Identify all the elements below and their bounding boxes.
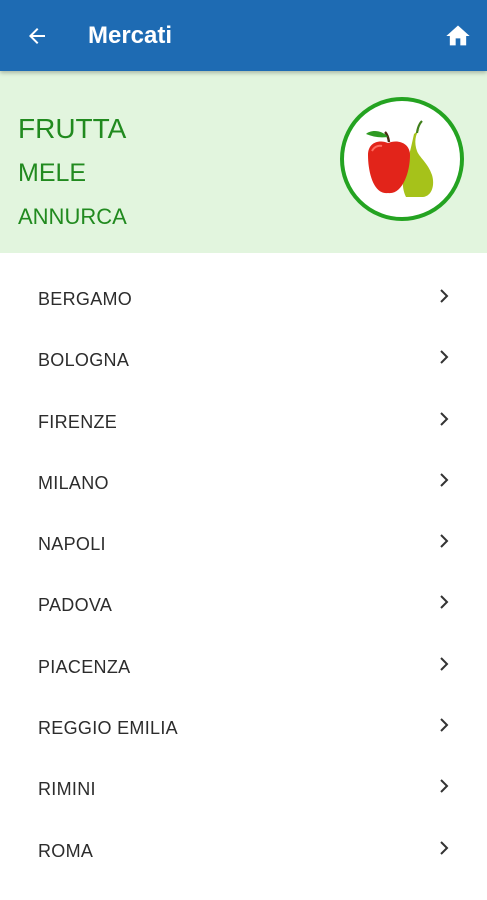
- product-image: [340, 97, 464, 221]
- market-row[interactable]: NAPOLI: [0, 498, 487, 559]
- product-variety: ANNURCA: [18, 204, 127, 229]
- market-row[interactable]: RIMINI: [0, 743, 487, 804]
- market-row[interactable]: REGGIO EMILIA: [0, 682, 487, 743]
- market-label: BERGAMO: [38, 289, 133, 309]
- market-row[interactable]: BOLOGNA: [0, 314, 487, 375]
- apple-pear-icon: [366, 120, 434, 197]
- market-label: NAPOLI: [38, 534, 106, 555]
- market-label: PIACENZA: [38, 656, 131, 677]
- market-list: BERGAMO BOLOGNA FIRENZE MILANO NAPOLI PADOVA P…: [0, 253, 487, 866]
- market-row[interactable]: MILANO: [0, 437, 487, 498]
- chevron-right-icon: [440, 473, 449, 487]
- chevron-right-icon: [440, 840, 449, 855]
- market-row[interactable]: PIACENZA: [0, 621, 487, 682]
- app-bar: Mercati: [0, 0, 487, 71]
- market-label: RIMINI: [38, 779, 96, 800]
- chevron-right-icon: [440, 657, 449, 671]
- chevron-right-icon: [440, 779, 449, 794]
- market-label: ROMA: [38, 840, 94, 861]
- market-row[interactable]: ROMA: [0, 805, 487, 866]
- chevron-right-icon: [440, 718, 449, 732]
- app-screen: Mercati FRUTTA MELE ANNURCA BERGAMO BOLOG…: [0, 0, 487, 900]
- back-button[interactable]: [18, 17, 56, 55]
- market-label: MILANO: [38, 472, 109, 493]
- chevron-right-icon: [440, 595, 449, 610]
- chevron-right-icon: [440, 534, 449, 548]
- market-label: FIRENZE: [38, 411, 118, 432]
- home-icon: [446, 25, 470, 46]
- product-category: FRUTTA: [18, 113, 127, 144]
- arrow-back-icon: [29, 28, 45, 44]
- market-label: REGGIO EMILIA: [38, 718, 178, 739]
- market-label: PADOVA: [38, 595, 113, 616]
- market-row[interactable]: FIRENZE: [0, 376, 487, 437]
- product-header: FRUTTA MELE ANNURCA: [0, 71, 487, 253]
- chevron-right-icon: [440, 411, 449, 426]
- app-bar-title: Mercati: [88, 22, 173, 49]
- market-row[interactable]: BERGAMO: [0, 253, 487, 314]
- market-label: BOLOGNA: [38, 350, 130, 371]
- chevron-right-icon: [440, 289, 449, 303]
- product-subcategory: MELE: [18, 159, 87, 187]
- market-row[interactable]: PADOVA: [0, 559, 487, 620]
- chevron-right-icon: [440, 350, 449, 365]
- home-button[interactable]: [441, 19, 475, 53]
